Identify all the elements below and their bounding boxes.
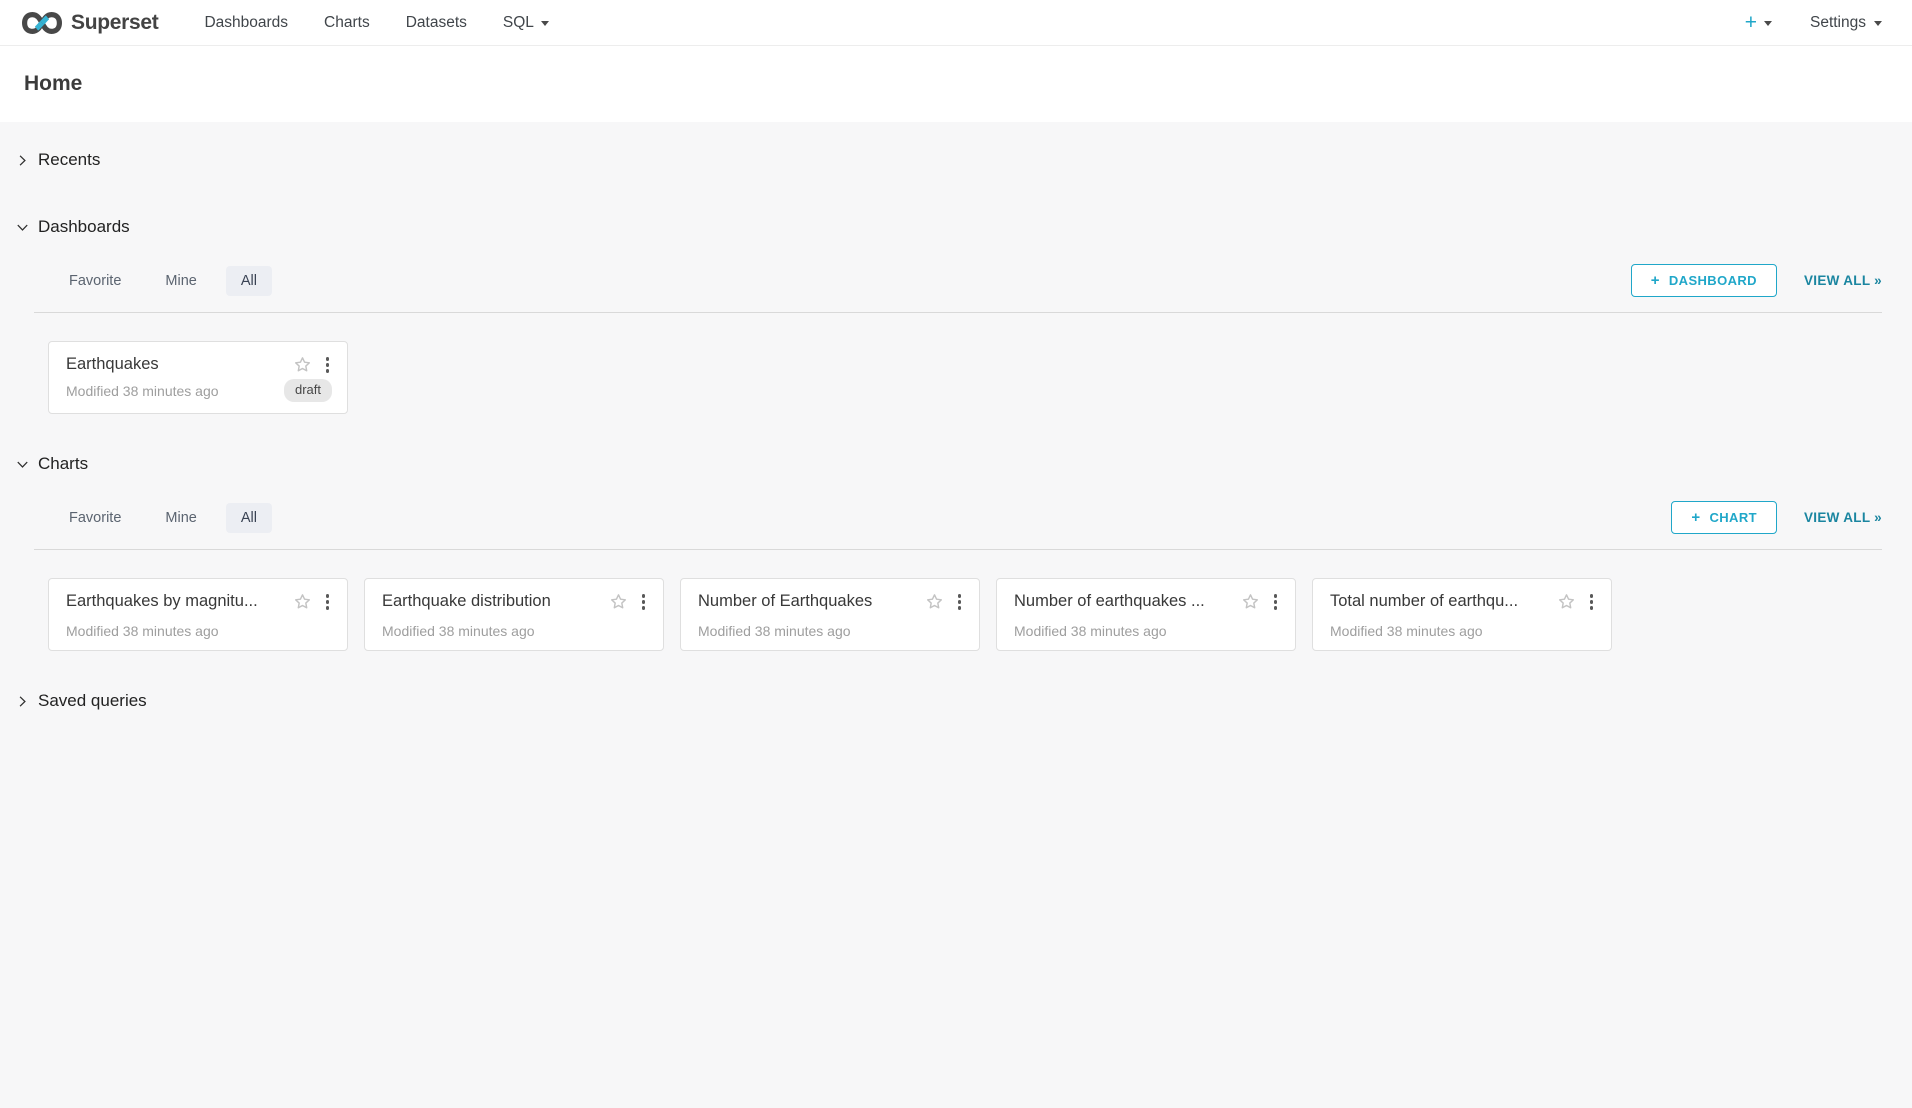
section-toggle-saved-queries[interactable]: Saved queries	[0, 691, 1912, 711]
chart-card[interactable]: Earthquakes by magnitu... Modified 38 mi…	[48, 578, 348, 651]
tab-favorite[interactable]: Favorite	[54, 266, 136, 296]
plus-icon: +	[1691, 510, 1700, 525]
settings-menu-button[interactable]: Settings	[1810, 14, 1882, 32]
chevron-down-icon	[15, 221, 29, 234]
favorite-star-icon[interactable]	[1241, 592, 1260, 611]
favorite-star-icon[interactable]	[925, 592, 944, 611]
dashboard-card-earthquakes[interactable]: Earthquakes Modified 38 minutes ago draf…	[48, 341, 348, 414]
brand-name: Superset	[71, 11, 158, 35]
draft-status-badge: draft	[284, 379, 332, 402]
section-label: Saved queries	[38, 691, 147, 711]
card-title[interactable]: Total number of earthqu...	[1330, 592, 1557, 611]
chart-card[interactable]: Total number of earthqu... Modified 38 m…	[1312, 578, 1612, 651]
nav-item-datasets[interactable]: Datasets	[388, 2, 485, 44]
charts-actions: + CHART VIEW ALL »	[1671, 501, 1882, 534]
section-toggle-charts[interactable]: Charts	[0, 454, 1912, 474]
chevron-down-icon	[1764, 21, 1772, 26]
card-modified-text: Modified 38 minutes ago	[1014, 623, 1167, 639]
card-title[interactable]: Number of earthquakes ...	[1014, 592, 1241, 611]
chart-card[interactable]: Number of Earthquakes Modified 38 minute…	[680, 578, 980, 651]
tab-all[interactable]: All	[226, 266, 272, 296]
plus-icon: +	[1651, 273, 1660, 288]
card-title[interactable]: Earthquakes	[66, 355, 293, 374]
card-modified-text: Modified 38 minutes ago	[382, 623, 535, 639]
navbar-right: + Settings	[1745, 12, 1890, 33]
page-header: Home	[0, 46, 1912, 122]
chevron-right-icon	[15, 154, 29, 167]
card-title[interactable]: Earthquakes by magnitu...	[66, 592, 293, 611]
charts-submenu: Favorite Mine All + CHART VIEW ALL »	[34, 501, 1882, 550]
superset-infinity-icon	[22, 10, 62, 36]
favorite-star-icon[interactable]	[293, 355, 312, 374]
top-navbar: Superset Dashboards Charts Datasets SQL …	[0, 0, 1912, 46]
page-title: Home	[24, 72, 1888, 96]
chart-card-row: Earthquakes by magnitu... Modified 38 mi…	[48, 578, 1864, 651]
tab-all[interactable]: All	[226, 503, 272, 533]
section-label: Charts	[38, 454, 88, 474]
card-menu-kebab-icon[interactable]	[323, 592, 333, 612]
dashboard-card-row: Earthquakes Modified 38 minutes ago draf…	[48, 341, 1864, 414]
card-menu-kebab-icon[interactable]	[955, 592, 965, 612]
favorite-star-icon[interactable]	[293, 592, 312, 611]
section-toggle-recents[interactable]: Recents	[0, 150, 1912, 170]
section-label: Recents	[38, 150, 100, 170]
card-menu-kebab-icon[interactable]	[1271, 592, 1281, 612]
chart-card[interactable]: Earthquake distribution Modified 38 minu…	[364, 578, 664, 651]
tab-mine[interactable]: Mine	[150, 503, 211, 533]
chevron-down-icon	[15, 458, 29, 471]
view-all-charts-link[interactable]: VIEW ALL »	[1804, 510, 1882, 525]
tab-favorite[interactable]: Favorite	[54, 503, 136, 533]
card-title[interactable]: Earthquake distribution	[382, 592, 609, 611]
dashboards-actions: + DASHBOARD VIEW ALL »	[1631, 264, 1882, 297]
card-modified-text: Modified 38 minutes ago	[66, 383, 219, 399]
dashboards-tabs: Favorite Mine All	[54, 266, 286, 296]
favorite-star-icon[interactable]	[1557, 592, 1576, 611]
new-dashboard-button[interactable]: + DASHBOARD	[1631, 264, 1777, 297]
favorite-star-icon[interactable]	[609, 592, 628, 611]
nav-item-dashboards[interactable]: Dashboards	[186, 2, 306, 44]
card-modified-text: Modified 38 minutes ago	[66, 623, 219, 639]
nav-item-charts[interactable]: Charts	[306, 2, 388, 44]
new-item-menu-button[interactable]: +	[1745, 12, 1772, 33]
card-title[interactable]: Number of Earthquakes	[698, 592, 925, 611]
section-label: Dashboards	[38, 217, 130, 237]
section-toggle-dashboards[interactable]: Dashboards	[0, 217, 1912, 237]
dashboards-submenu: Favorite Mine All + DASHBOARD VIEW ALL »	[34, 264, 1882, 313]
chevron-down-icon	[1874, 21, 1882, 26]
home-content: Recents Dashboards Favorite Mine All + D…	[0, 122, 1912, 711]
chart-card[interactable]: Number of earthquakes ... Modified 38 mi…	[996, 578, 1296, 651]
superset-logo[interactable]: Superset	[22, 10, 158, 36]
card-menu-kebab-icon[interactable]	[323, 355, 333, 375]
plus-icon: +	[1745, 12, 1757, 33]
charts-tabs: Favorite Mine All	[54, 503, 286, 533]
view-all-dashboards-link[interactable]: VIEW ALL »	[1804, 273, 1882, 288]
card-modified-text: Modified 38 minutes ago	[698, 623, 851, 639]
new-chart-button[interactable]: + CHART	[1671, 501, 1777, 534]
main-nav: Dashboards Charts Datasets SQL	[186, 2, 566, 44]
card-menu-kebab-icon[interactable]	[639, 592, 649, 612]
chevron-down-icon	[541, 21, 549, 26]
nav-item-sql[interactable]: SQL	[485, 2, 567, 44]
chevron-right-icon	[15, 695, 29, 708]
tab-mine[interactable]: Mine	[150, 266, 211, 296]
card-menu-kebab-icon[interactable]	[1587, 592, 1597, 612]
card-modified-text: Modified 38 minutes ago	[1330, 623, 1483, 639]
